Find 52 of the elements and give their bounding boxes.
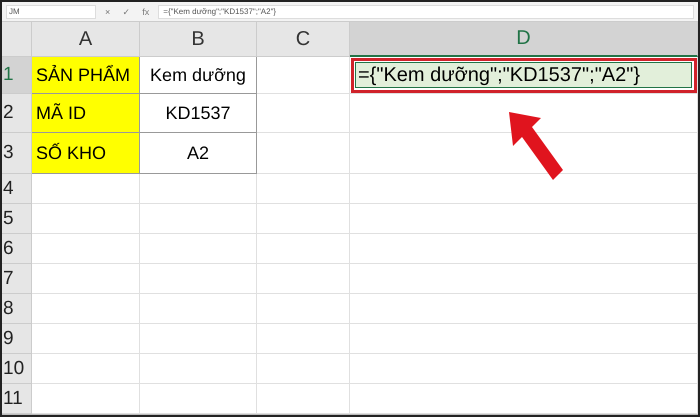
empty-cell[interactable]: [140, 294, 257, 324]
editing-cell[interactable]: ={"Kem dưỡng";"KD1537";"A2"}: [350, 57, 698, 94]
table-cell[interactable]: MÃ ID: [32, 94, 140, 133]
name-box[interactable]: JM: [6, 4, 96, 18]
empty-cell[interactable]: [140, 204, 257, 234]
empty-cell[interactable]: [257, 234, 350, 264]
select-all-corner[interactable]: [2, 22, 32, 57]
row-header[interactable]: 6: [2, 234, 32, 264]
empty-cell[interactable]: [350, 324, 698, 354]
table-cell[interactable]: KD1537: [140, 94, 257, 133]
cancel-button[interactable]: ×: [102, 6, 114, 16]
annotation-arrow-overlay: [509, 112, 563, 180]
empty-cell[interactable]: [350, 294, 698, 324]
column-header[interactable]: B: [140, 22, 257, 57]
column-header[interactable]: A: [32, 22, 140, 57]
row-header[interactable]: 9: [2, 324, 32, 354]
empty-cell[interactable]: [140, 324, 257, 354]
empty-cell[interactable]: [140, 264, 257, 294]
empty-cell[interactable]: [257, 174, 350, 204]
empty-cell[interactable]: [140, 354, 257, 384]
empty-cell[interactable]: [140, 174, 257, 204]
table-cell[interactable]: SỐ KHO: [32, 133, 140, 174]
row-header[interactable]: 2: [2, 94, 32, 133]
formula-field[interactable]: ={"Kem dưỡng";"KD1537";"A2"}: [158, 4, 694, 18]
empty-cell[interactable]: [350, 204, 698, 234]
empty-cell[interactable]: [257, 294, 350, 324]
row-header[interactable]: 1: [2, 57, 32, 94]
empty-cell[interactable]: [350, 354, 698, 384]
empty-cell[interactable]: [350, 234, 698, 264]
empty-cell[interactable]: [257, 324, 350, 354]
enter-button[interactable]: ✓: [119, 6, 134, 16]
insert-function-button[interactable]: fx: [139, 6, 152, 16]
empty-cell[interactable]: [257, 133, 350, 174]
row-header[interactable]: 4: [2, 174, 32, 204]
row-header[interactable]: 11: [2, 384, 32, 414]
column-header[interactable]: C: [257, 22, 350, 57]
column-header[interactable]: D: [350, 22, 698, 57]
row-header[interactable]: 5: [2, 204, 32, 234]
table-cell[interactable]: A2: [140, 133, 257, 174]
row-header[interactable]: 8: [2, 294, 32, 324]
empty-cell[interactable]: [257, 94, 350, 133]
empty-cell[interactable]: [257, 204, 350, 234]
row-header[interactable]: 3: [2, 133, 32, 174]
row-header[interactable]: 7: [2, 264, 32, 294]
empty-cell[interactable]: [350, 174, 698, 204]
empty-cell[interactable]: [140, 234, 257, 264]
row-header[interactable]: 10: [2, 354, 32, 384]
table-cell[interactable]: SẢN PHẨM: [32, 57, 140, 94]
table-cell[interactable]: Kem dưỡng: [140, 57, 257, 94]
empty-cell[interactable]: [350, 264, 698, 294]
empty-cell[interactable]: [257, 354, 350, 384]
empty-cell[interactable]: [257, 264, 350, 294]
